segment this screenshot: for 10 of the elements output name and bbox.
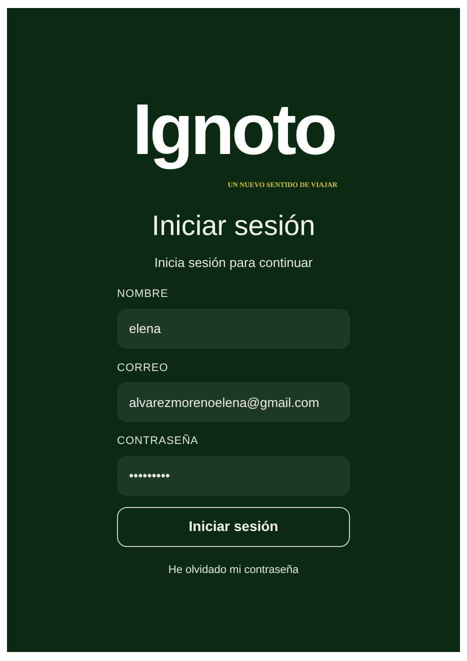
input-field[interactable]: alvarezmorenoelena@gmail.com [117, 382, 350, 422]
input-field[interactable]: elena [117, 308, 350, 348]
input-field[interactable]: ••••••••• [117, 456, 350, 496]
page-title: Iniciar sesión [152, 208, 316, 242]
forgot-password-link[interactable]: He olvidado mi contraseña [168, 562, 299, 578]
subtitle: Inicia sesión para continuar [154, 254, 313, 272]
sign-in-button[interactable]: Iniciar sesión [117, 506, 350, 546]
field-label: CORREO [117, 360, 170, 376]
field-label: NOMBRE [117, 287, 170, 302]
field-label: CONTRASEÑA [117, 433, 200, 449]
